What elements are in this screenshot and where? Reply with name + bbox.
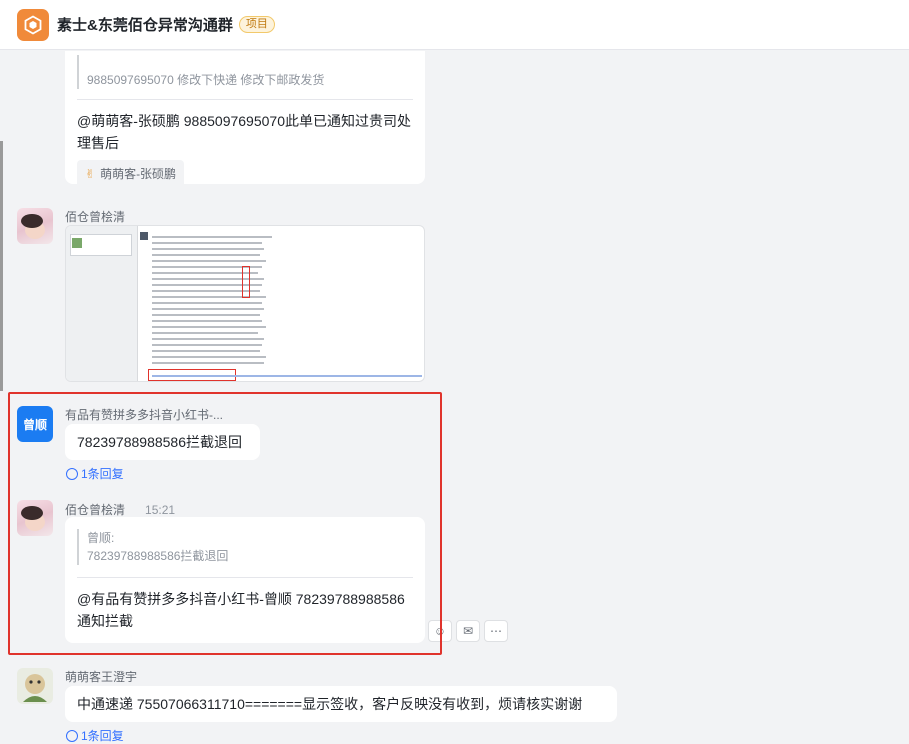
chat-header: 素士&东莞佰仓异常沟通群 项目	[0, 0, 909, 50]
reaction-chip[interactable]: ✌ 萌萌客-张硕鹏	[77, 160, 185, 188]
image-thumbnail-sidebar	[66, 226, 138, 381]
more-icon[interactable]: ⋯	[484, 620, 508, 642]
message-text: @萌萌客-张硕鹏 9885097695070此单已通知过贵司处理售后	[77, 113, 411, 151]
message-list[interactable]: 9885097695070 修改下快递 修改下邮政发货 @萌萌客-张硕鹏 988…	[0, 51, 909, 744]
reply-bubble-icon	[66, 729, 78, 742]
quote-text: 9885097695070 修改下快递 修改下邮政发货	[87, 73, 325, 87]
avatar[interactable]	[17, 668, 53, 704]
hexagon-logo-icon[interactable]	[17, 8, 49, 41]
group-title[interactable]: 素士&东莞佰仓异常沟通群	[57, 14, 233, 35]
quote-divider	[77, 99, 413, 100]
reply-count: 1条回复	[81, 729, 124, 743]
quoted-message: 9885097695070 修改下快递 修改下邮政发货	[77, 55, 413, 89]
avatar[interactable]	[17, 208, 53, 244]
message-bubble[interactable]: 9885097695070 修改下快递 修改下邮政发货 @萌萌客-张硕鹏 988…	[65, 51, 425, 188]
image-attachment[interactable]	[65, 225, 425, 382]
comment-icon[interactable]: ✉	[456, 620, 480, 642]
sender-name[interactable]: 萌萌客王澄宇	[65, 668, 137, 685]
message-bubble[interactable]: 中通速递 75507066311710=======显示签收，客户反映没有收到，…	[65, 686, 617, 722]
ok-hand-icon: ✌	[85, 167, 96, 181]
thread-reply-link[interactable]: 1条回复	[66, 727, 124, 744]
reaction-user: 萌萌客-张硕鹏	[100, 167, 177, 181]
project-tag: 项目	[238, 16, 275, 33]
sender-name[interactable]: 佰仓曾桧清	[65, 208, 125, 225]
scroll-indicator[interactable]	[0, 141, 3, 391]
annotation-highlight	[8, 392, 442, 655]
message-text: 中通速递 75507066311710=======显示签收，客户反映没有收到，…	[77, 696, 583, 712]
